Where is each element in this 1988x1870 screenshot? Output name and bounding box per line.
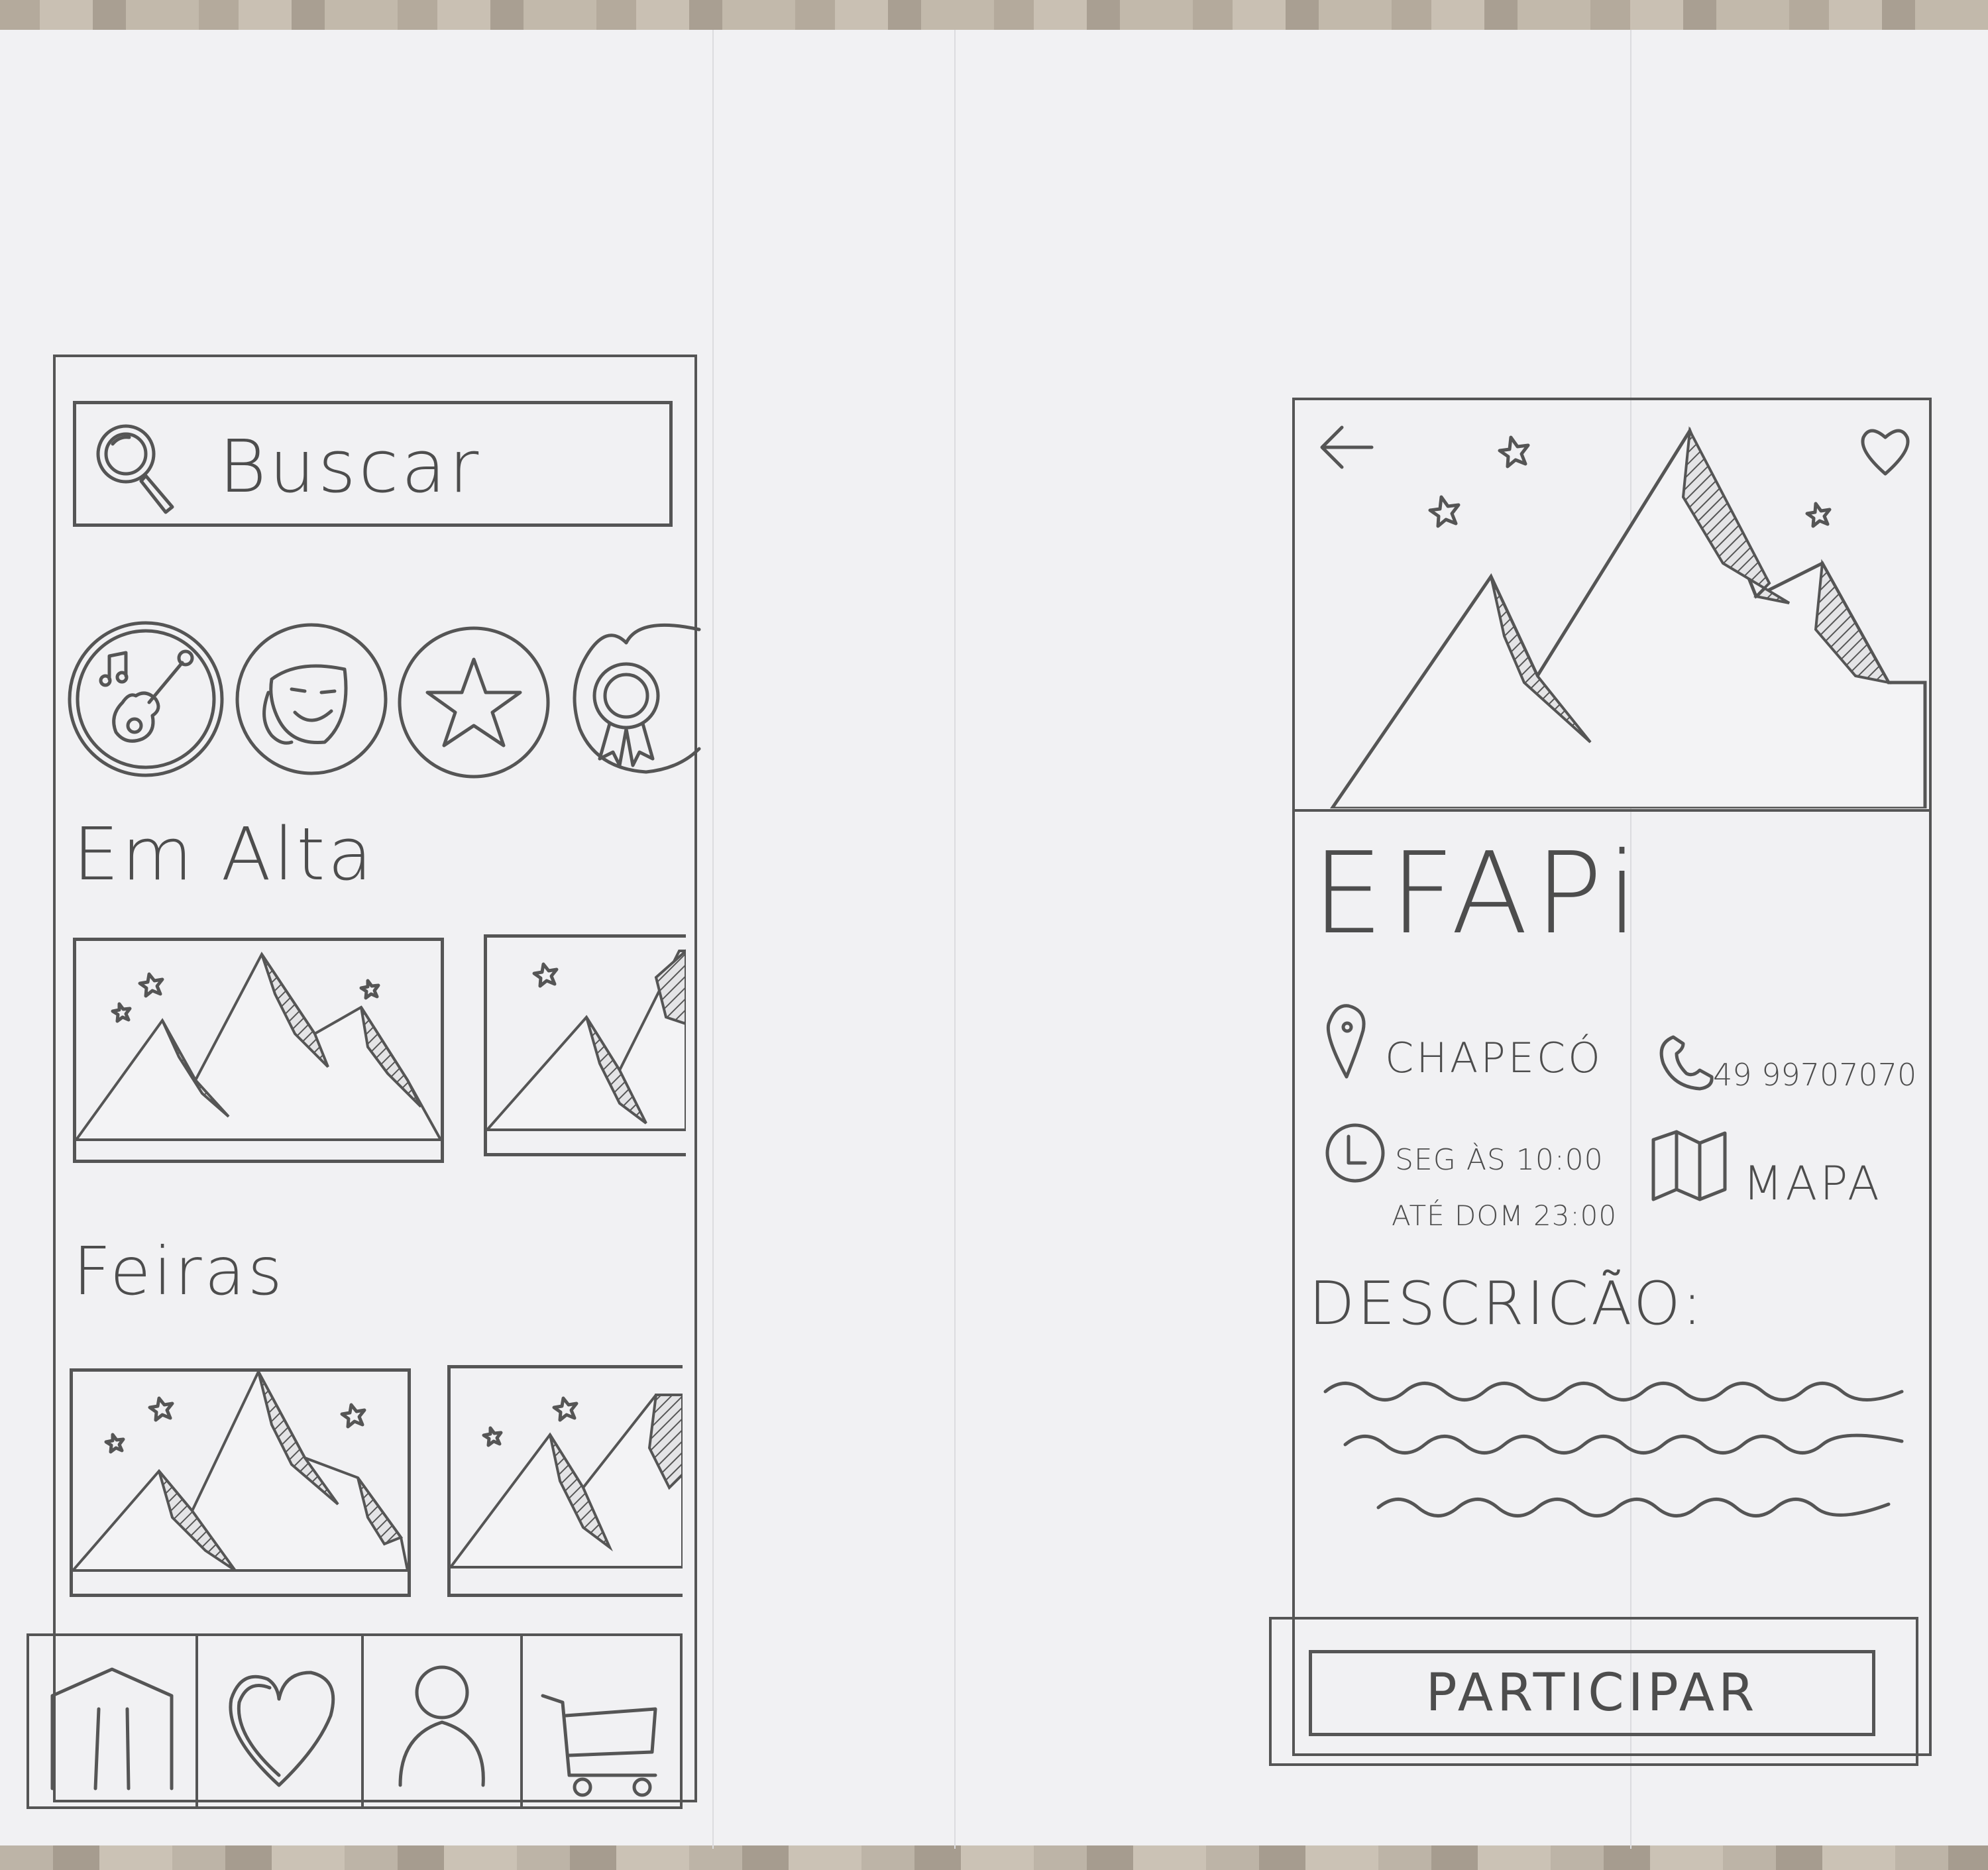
mountain-image-placeholder: [74, 952, 443, 1141]
event-card[interactable]: [70, 1368, 411, 1597]
category-row: [63, 616, 701, 789]
bottom-nav: [27, 1633, 683, 1809]
back-arrow-icon[interactable]: [1312, 417, 1378, 477]
participar-button-label: PARTICIPAR: [1425, 1663, 1759, 1723]
nav-item-cart[interactable]: [523, 1636, 683, 1806]
nav-item-favorites[interactable]: [198, 1636, 364, 1806]
hero-image: [1292, 398, 1932, 812]
schedule-end: ATÉ DOM 23:00: [1392, 1199, 1618, 1232]
location-pin-icon: [1326, 1004, 1366, 1079]
phone-icon: [1659, 1035, 1714, 1091]
event-card[interactable]: [484, 934, 687, 1156]
search-icon: [96, 424, 174, 514]
mountain-image-placeholder: [484, 948, 687, 1131]
search-bar[interactable]: Buscar: [73, 401, 673, 527]
cart-icon: [541, 1694, 657, 1797]
description-label: DESCRICÃO:: [1309, 1269, 1705, 1339]
heart-icon[interactable]: [1855, 421, 1915, 480]
heart-icon: [229, 1671, 335, 1787]
mountain-image-placeholder: [448, 1394, 684, 1568]
paper-fold-line: [712, 30, 714, 1849]
theater-mask-icon[interactable]: [232, 620, 391, 779]
home-icon: [50, 1667, 174, 1790]
music-guitar-icon[interactable]: [63, 616, 229, 782]
nav-item-home[interactable]: [29, 1636, 198, 1806]
paper-fold-line: [954, 30, 956, 1849]
description-text-placeholder: [1323, 1382, 1904, 1517]
map-link[interactable]: MAPA: [1743, 1156, 1882, 1211]
event-card[interactable]: [447, 1365, 684, 1597]
participar-button[interactable]: PARTICIPAR: [1309, 1650, 1875, 1736]
event-card[interactable]: [73, 938, 444, 1163]
mountain-image-placeholder: [1329, 426, 1927, 810]
section-title-em-alta: Em Alta: [73, 812, 375, 897]
event-title: EFAPi: [1312, 828, 1645, 960]
search-input[interactable]: Buscar: [219, 424, 481, 509]
profile-icon: [398, 1665, 485, 1787]
section-title-feiras: Feiras: [73, 1233, 285, 1310]
location-text: CHAPECÓ: [1385, 1034, 1603, 1082]
clock-icon: [1325, 1123, 1385, 1183]
map-icon[interactable]: [1647, 1127, 1733, 1206]
star-icon[interactable]: [394, 623, 553, 782]
mountain-image-placeholder: [70, 1368, 410, 1572]
schedule-start: SEG ÀS 10:00: [1395, 1143, 1604, 1177]
award-ribbon-icon[interactable]: [560, 616, 706, 782]
nav-item-profile[interactable]: [364, 1636, 523, 1806]
table-surface-bottom: [0, 1845, 1988, 1870]
phone-text: 49 99707070: [1713, 1057, 1917, 1093]
